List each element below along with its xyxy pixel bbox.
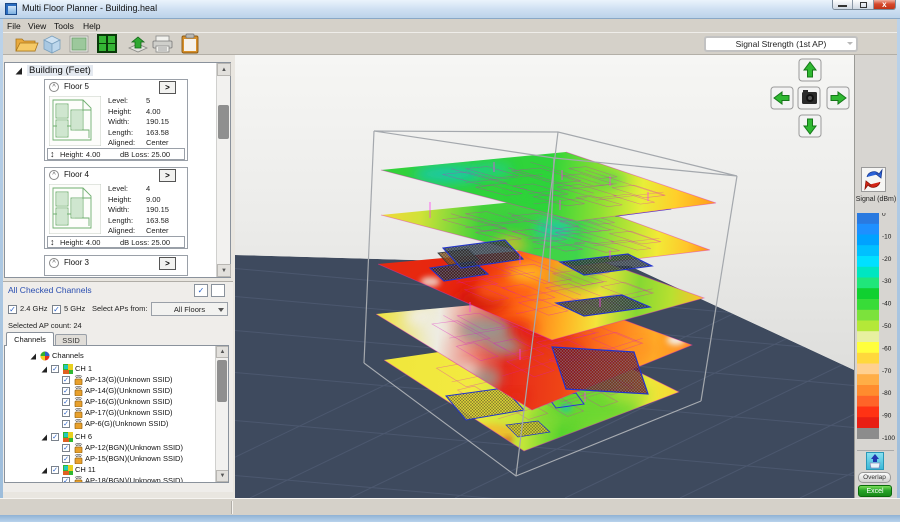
svg-text:-20: -20 bbox=[882, 256, 892, 263]
svg-text:-80: -80 bbox=[882, 390, 892, 397]
svg-text:-50: -50 bbox=[882, 323, 892, 330]
svg-text:-100: -100 bbox=[882, 435, 895, 442]
svg-text:-90: -90 bbox=[882, 413, 892, 420]
svg-text:-60: -60 bbox=[882, 345, 892, 352]
svg-text:-70: -70 bbox=[882, 368, 892, 375]
svg-text:-30: -30 bbox=[882, 278, 892, 285]
svg-text:-10: -10 bbox=[882, 233, 892, 240]
svg-text:-40: -40 bbox=[882, 301, 892, 308]
svg-text:0: 0 bbox=[882, 213, 886, 218]
